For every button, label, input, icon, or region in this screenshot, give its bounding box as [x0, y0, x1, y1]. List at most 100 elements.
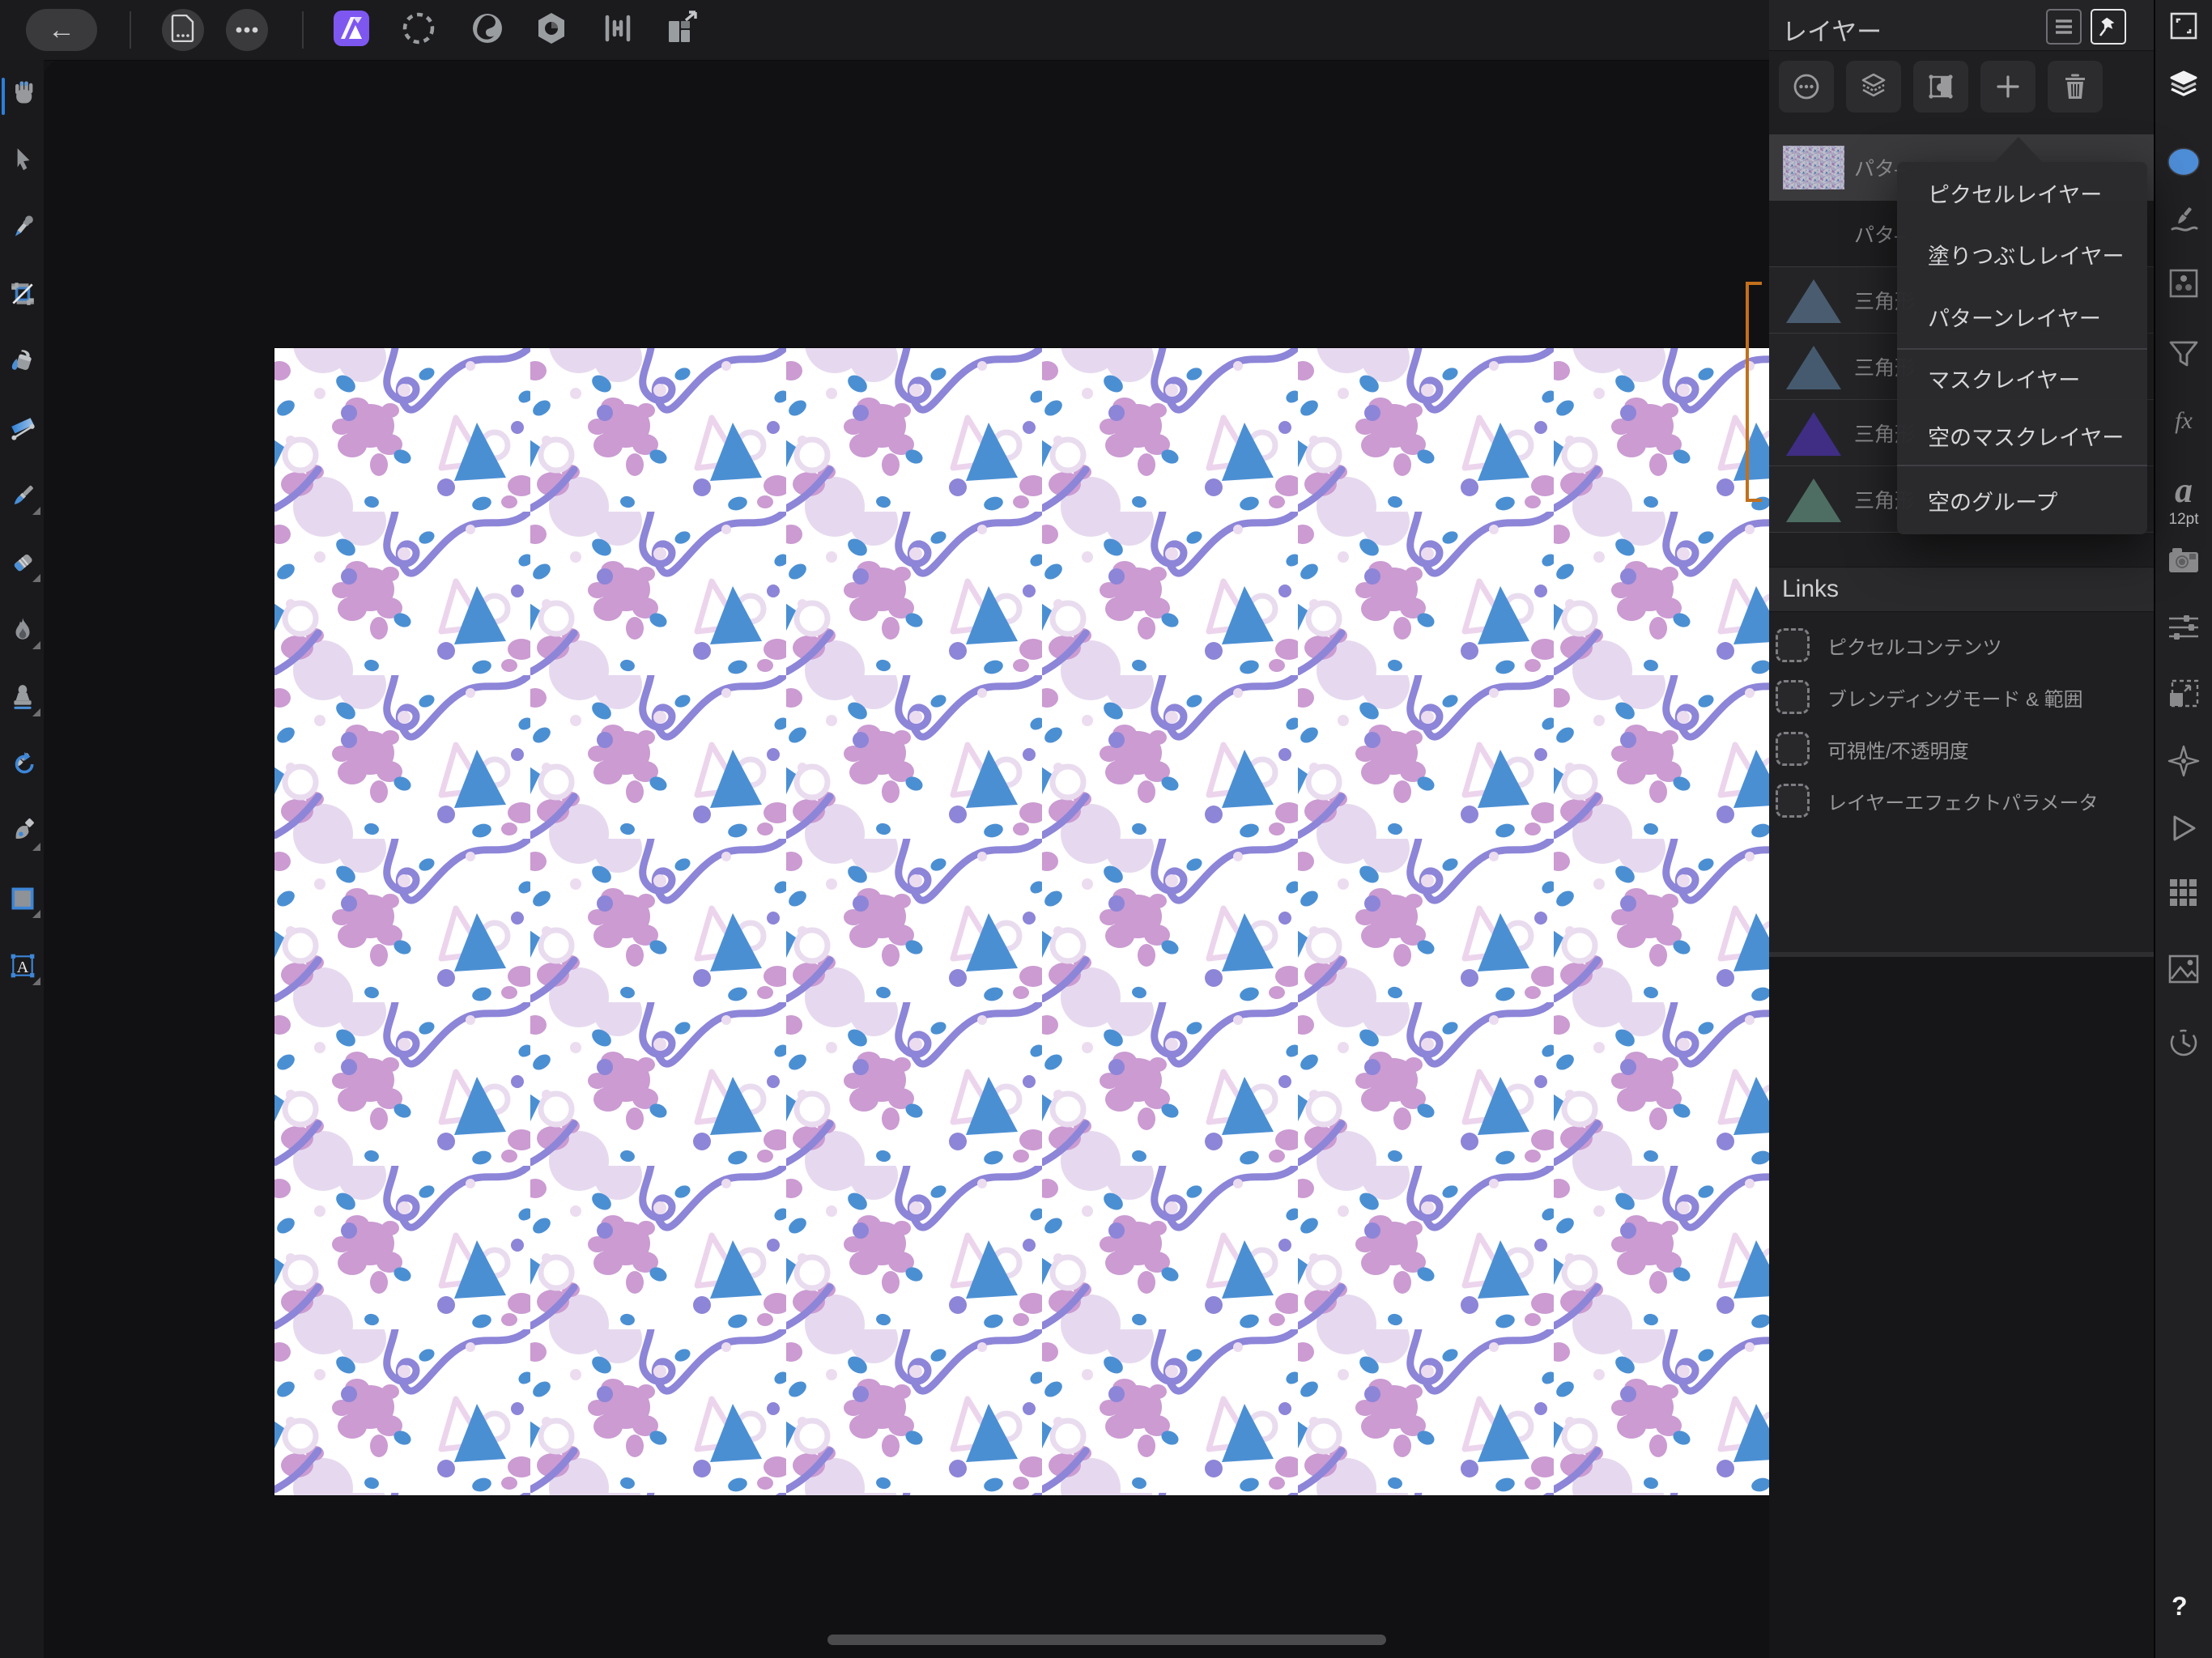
move-tool[interactable] — [6, 143, 39, 176]
ellipsis-icon — [235, 23, 259, 37]
history-brush-tool[interactable] — [6, 748, 39, 780]
active-tool-indicator — [2, 78, 5, 115]
help-button[interactable]: ? — [2172, 1592, 2188, 1622]
filters-studio-icon[interactable] — [2167, 338, 2200, 371]
typography-size-label: 12pt — [2168, 510, 2199, 528]
toolbar-divider — [302, 11, 304, 49]
back-button[interactable]: ← — [26, 9, 97, 51]
paint-brush-tool[interactable] — [6, 479, 40, 515]
home-indicator[interactable] — [827, 1635, 1386, 1645]
persona-photo[interactable] — [333, 10, 370, 49]
mask-layer-button[interactable] — [1913, 61, 1968, 113]
persona-selection[interactable] — [400, 11, 437, 49]
flood-fill-tool[interactable] — [6, 345, 39, 377]
liquify-persona-icon — [470, 11, 505, 50]
links-list: ピクセルコンテンツ ブレンディングモード & 範囲 可視性/不透明度 レイヤーエ… — [1769, 619, 2154, 827]
history-studio-icon[interactable] — [2167, 1027, 2200, 1059]
studio-strip: fx a 12pt — [2154, 0, 2212, 1658]
menu-item-label: マスクレイヤー — [1928, 368, 2081, 393]
more-options-button[interactable] — [226, 9, 268, 51]
navigator-studio-icon[interactable] — [2167, 745, 2200, 777]
play-studio-icon[interactable] — [2167, 812, 2200, 844]
menu-caret — [1994, 137, 2043, 163]
link-item-blend-mode: ブレンディングモード & 範囲 — [1769, 671, 2154, 723]
media-studio-icon[interactable] — [2167, 953, 2200, 985]
shape-tool[interactable] — [6, 882, 40, 918]
crop-tool[interactable] — [6, 278, 39, 310]
menu-item-fill-layer[interactable]: 塗りつぶしレイヤー — [1897, 223, 2147, 285]
layer-options-button[interactable] — [1779, 61, 1834, 113]
brush-studio-icon[interactable] — [2167, 204, 2200, 236]
layers-panel-header: レイヤー — [1769, 0, 2154, 51]
develop-persona-icon — [534, 11, 569, 50]
export-persona-icon — [665, 10, 700, 50]
menu-item-pixel-layer[interactable]: ピクセルレイヤー — [1897, 162, 2147, 223]
fx-label: fx — [2175, 407, 2193, 434]
effects-studio-icon[interactable]: fx — [2167, 405, 2200, 437]
svg-text:A: A — [17, 959, 29, 976]
link-checkbox[interactable] — [1776, 628, 1810, 662]
menu-item-empty-group[interactable]: 空のグループ — [1897, 466, 2147, 534]
persona-liquify[interactable] — [469, 11, 506, 49]
persona-tone-mapping[interactable] — [599, 11, 636, 49]
selection-persona-icon — [401, 11, 436, 50]
clone-stamp-tool[interactable] — [6, 681, 40, 716]
add-layer-menu: ピクセルレイヤー 塗りつぶしレイヤー パターンレイヤー マスクレイヤー 空のマス… — [1897, 137, 2147, 534]
app-window: ← A レイヤー パタ– パタ– 三角形 三角形 三角形 三角形 Links ピ… — [0, 0, 2212, 1658]
menu-item-label: 塗りつぶしレイヤー — [1928, 244, 2125, 269]
expand-panel-icon[interactable] — [2167, 10, 2200, 42]
link-item-pixel-content: ピクセルコンテンツ — [1769, 619, 2154, 671]
menu-item-label: 空のマスクレイヤー — [1928, 425, 2125, 450]
link-checkbox[interactable] — [1776, 784, 1810, 818]
tool-rail: A — [0, 60, 44, 1658]
menu-item-mask-layer[interactable]: マスクレイヤー — [1897, 350, 2147, 406]
add-layer-button[interactable] — [1980, 61, 2035, 113]
menu-item-pattern-layer[interactable]: パターンレイヤー — [1897, 285, 2147, 350]
adjustments-studio-icon[interactable] — [2167, 611, 2200, 644]
merge-layers-button[interactable] — [1846, 61, 1901, 113]
pen-tool[interactable] — [6, 815, 40, 851]
typography-glyph: a — [2175, 470, 2193, 510]
text-tool[interactable]: A — [6, 950, 40, 985]
menu-item-label: 空のグループ — [1928, 490, 2058, 515]
menu-item-label: ピクセルレイヤー — [1928, 182, 2103, 207]
delete-layer-button[interactable] — [2048, 61, 2103, 113]
link-label: レイヤーエフェクトパラメータ — [1827, 792, 2099, 814]
color-studio-icon[interactable] — [2167, 146, 2200, 178]
panel-options-button[interactable] — [2046, 9, 2082, 45]
typography-studio-icon[interactable]: a 12pt — [2167, 468, 2200, 529]
menu-item-empty-mask-layer[interactable]: 空のマスクレイヤー — [1897, 406, 2147, 466]
document-canvas[interactable] — [274, 348, 1799, 1495]
link-label: 可視性/不透明度 — [1827, 740, 1969, 763]
bracket-tick-top — [1749, 282, 1762, 285]
persona-export[interactable] — [664, 10, 701, 50]
layers-studio-icon[interactable] — [2167, 69, 2200, 101]
layers-toolbar — [1769, 61, 2154, 117]
document-menu-button[interactable] — [162, 9, 204, 51]
grid-studio-icon[interactable] — [2167, 877, 2200, 909]
persona-develop[interactable] — [533, 11, 570, 49]
panel-title: レイヤー — [1782, 18, 1882, 46]
link-item-visibility-opacity: 可視性/不透明度 — [1769, 723, 2154, 775]
link-item-layer-effects: レイヤーエフェクトパラメータ — [1769, 775, 2154, 827]
gradient-tool[interactable] — [6, 412, 39, 444]
link-checkbox[interactable] — [1776, 732, 1810, 766]
swatches-studio-icon[interactable] — [2167, 267, 2200, 300]
tone-mapping-persona-icon — [600, 11, 636, 50]
top-toolbar: ← — [0, 0, 1769, 61]
links-section-header: Links — [1769, 567, 2154, 612]
transform-studio-icon[interactable] — [2167, 678, 2200, 710]
erase-tool[interactable] — [6, 546, 40, 582]
canvas-area[interactable] — [44, 60, 1799, 1658]
bracket-tick-bottom — [1749, 499, 1762, 502]
pin-panel-button[interactable] — [2091, 9, 2126, 45]
link-checkbox[interactable] — [1776, 680, 1810, 714]
color-picker-tool[interactable] — [6, 210, 39, 243]
retouch-flame-tool[interactable] — [6, 614, 40, 649]
view-hand-tool[interactable] — [6, 76, 39, 108]
menu-item-label: パターンレイヤー — [1928, 306, 2101, 331]
camera-studio-icon[interactable] — [2167, 544, 2200, 576]
link-label: ピクセルコンテンツ — [1827, 636, 2002, 659]
layer-thumbnail-triangle — [1783, 342, 1844, 391]
layer-thumbnail-pattern — [1783, 145, 1844, 189]
